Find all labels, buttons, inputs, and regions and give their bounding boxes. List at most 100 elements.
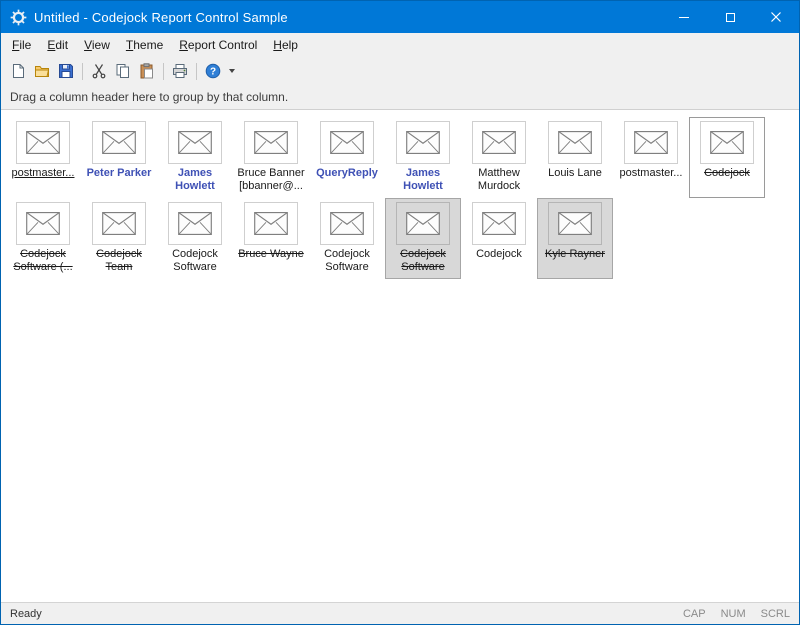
- window-controls: [661, 1, 799, 33]
- envelope-icon: [178, 131, 212, 154]
- mail-icon-box: [624, 121, 678, 164]
- mail-icon-box: [472, 121, 526, 164]
- mail-item-label: Codejock Team: [83, 248, 155, 274]
- envelope-icon: [634, 131, 668, 154]
- paste-clipboard-icon: [139, 63, 155, 79]
- mail-item-label: James Howlett: [159, 167, 231, 193]
- toolbar-separator: [196, 63, 197, 80]
- open-folder-button[interactable]: [30, 60, 54, 83]
- mail-item[interactable]: postmaster...: [6, 118, 80, 197]
- mail-icon-box: [244, 121, 298, 164]
- print-button[interactable]: [168, 60, 192, 83]
- envelope-icon: [102, 131, 136, 154]
- toolbar: ?: [1, 57, 799, 85]
- mail-icon-box: [700, 121, 754, 164]
- svg-text:?: ?: [210, 67, 216, 78]
- mail-item[interactable]: Codejock Software: [310, 199, 384, 278]
- mail-item-label: postmaster...: [12, 167, 75, 180]
- menu-item-view[interactable]: View: [76, 35, 118, 55]
- envelope-icon: [330, 131, 364, 154]
- envelope-icon: [330, 212, 364, 235]
- mail-icon-box: [244, 202, 298, 245]
- mail-icon-box: [168, 202, 222, 245]
- cut-button[interactable]: [87, 60, 111, 83]
- toolbar-separator: [82, 63, 83, 80]
- menu-item-edit[interactable]: Edit: [39, 35, 76, 55]
- mail-icon-box: [320, 121, 374, 164]
- menu-item-theme[interactable]: Theme: [118, 35, 171, 55]
- mail-item[interactable]: James Howlett: [386, 118, 460, 197]
- minimize-button[interactable]: [661, 1, 707, 33]
- mail-item-label: Bruce Banner [bbanner@...: [235, 167, 307, 193]
- caps-lock-indicator: CAP: [683, 608, 706, 620]
- mail-item-label: Codejock Software: [159, 248, 231, 274]
- mail-item[interactable]: Codejock Software: [386, 199, 460, 278]
- group-by-bar[interactable]: Drag a column header here to group by th…: [1, 85, 799, 110]
- paste-button[interactable]: [135, 60, 159, 83]
- mail-item-label: Codejock Software: [311, 248, 383, 274]
- cut-scissors-icon: [91, 63, 107, 79]
- envelope-icon: [482, 212, 516, 235]
- envelope-icon: [558, 131, 592, 154]
- mail-item[interactable]: James Howlett: [158, 118, 232, 197]
- mail-item[interactable]: Peter Parker: [82, 118, 156, 197]
- save-icon: [58, 63, 74, 79]
- mail-item-label: James Howlett: [387, 167, 459, 193]
- keyboard-indicators: CAP NUM SCRL: [683, 608, 790, 620]
- status-bar: Ready CAP NUM SCRL: [1, 602, 799, 624]
- envelope-icon: [26, 212, 60, 235]
- window-title: Untitled - Codejock Report Control Sampl…: [34, 10, 288, 25]
- mail-grid: postmaster... Peter Parker James Howlett: [1, 110, 799, 286]
- mail-item-label: Matthew Murdock: [463, 167, 535, 193]
- mail-icon-box: [396, 121, 450, 164]
- help-dropdown-button[interactable]: [225, 60, 237, 83]
- mail-item[interactable]: Louis Lane: [538, 118, 612, 197]
- menu-item-file[interactable]: File: [4, 35, 39, 55]
- mail-item[interactable]: Codejock: [690, 118, 764, 197]
- menu-item-report-control[interactable]: Report Control: [171, 35, 265, 55]
- mail-icon-box: [168, 121, 222, 164]
- report-control-content: postmaster... Peter Parker James Howlett: [1, 110, 799, 602]
- mail-item-label: Codejock: [704, 167, 750, 180]
- mail-item-label: Codejock Software (...: [7, 248, 79, 274]
- envelope-icon: [102, 212, 136, 235]
- copy-button[interactable]: [111, 60, 135, 83]
- mail-item[interactable]: QueryReply: [310, 118, 384, 197]
- open-folder-icon: [34, 63, 50, 79]
- mail-item[interactable]: Bruce Banner [bbanner@...: [234, 118, 308, 197]
- mail-item[interactable]: Kyle Rayner: [538, 199, 612, 278]
- envelope-icon: [178, 212, 212, 235]
- menu-bar: File Edit View Theme Report Control Help: [1, 33, 799, 57]
- menu-item-help[interactable]: Help: [265, 35, 306, 55]
- mail-item[interactable]: Matthew Murdock: [462, 118, 536, 197]
- new-document-icon: [10, 63, 26, 79]
- mail-item-label: Kyle Rayner: [545, 248, 605, 261]
- chevron-down-icon: [229, 69, 235, 73]
- new-document-button[interactable]: [6, 60, 30, 83]
- mail-icon-box: [320, 202, 374, 245]
- mail-item[interactable]: Codejock Team: [82, 199, 156, 278]
- mail-icon-box: [92, 121, 146, 164]
- mail-item-label: Peter Parker: [87, 167, 152, 180]
- mail-item-label: postmaster...: [620, 167, 683, 180]
- copy-icon: [115, 63, 131, 79]
- save-button[interactable]: [54, 60, 78, 83]
- app-window: Untitled - Codejock Report Control Sampl…: [0, 0, 800, 625]
- mail-item[interactable]: postmaster...: [614, 118, 688, 197]
- mail-item[interactable]: Bruce Wayne: [234, 199, 308, 278]
- mail-item[interactable]: Codejock Software: [158, 199, 232, 278]
- help-button[interactable]: ?: [201, 60, 225, 83]
- help-icon: ?: [205, 63, 221, 79]
- mail-item[interactable]: Codejock: [462, 199, 536, 278]
- envelope-icon: [26, 131, 60, 154]
- mail-item-label: Louis Lane: [548, 167, 602, 180]
- envelope-icon: [254, 212, 288, 235]
- mail-item-label: Bruce Wayne: [238, 248, 304, 261]
- close-button[interactable]: [753, 1, 799, 33]
- mail-item[interactable]: Codejock Software (...: [6, 199, 80, 278]
- maximize-button[interactable]: [707, 1, 753, 33]
- mail-icon-box: [548, 202, 602, 245]
- num-lock-indicator: NUM: [721, 608, 746, 620]
- envelope-icon: [254, 131, 288, 154]
- mail-item-label: Codejock: [476, 248, 522, 261]
